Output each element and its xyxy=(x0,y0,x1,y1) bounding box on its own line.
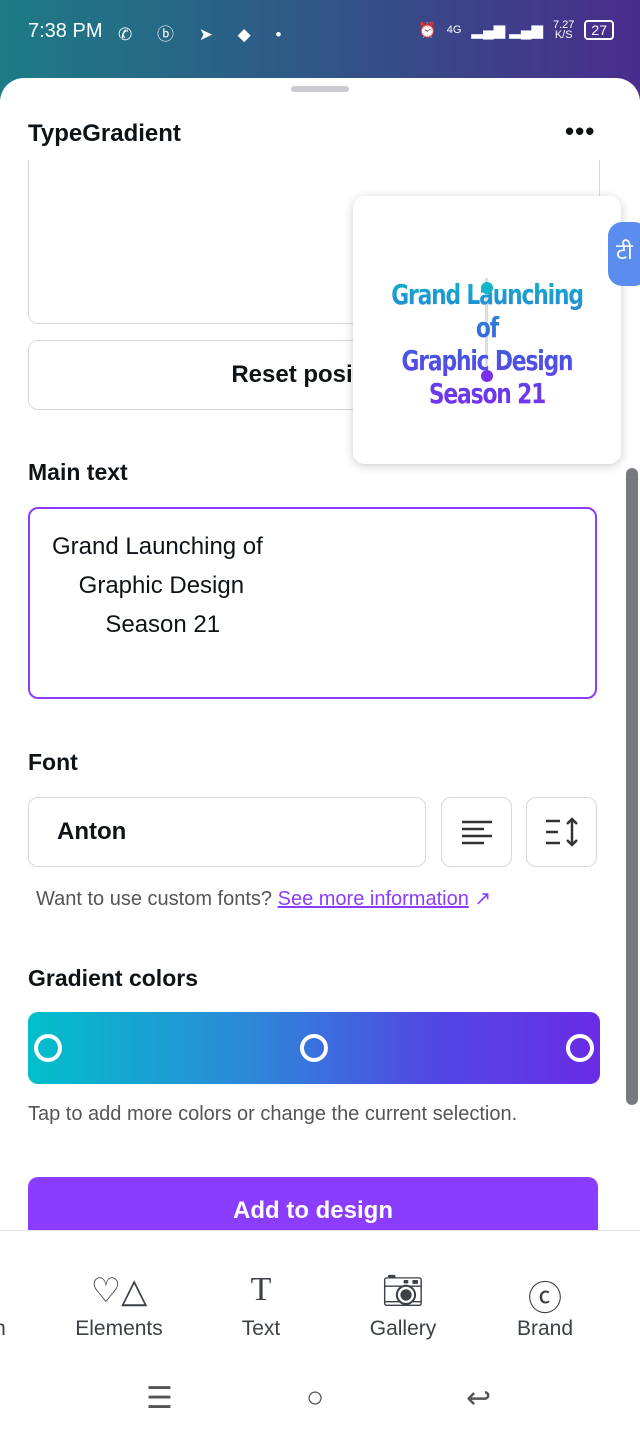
color-stop[interactable] xyxy=(34,1034,62,1062)
signal-icon: ▂▄▆ ▂▄▆ xyxy=(471,22,543,39)
top-handle[interactable] xyxy=(481,282,493,294)
drag-handle[interactable] xyxy=(291,86,349,92)
scrollbar[interactable] xyxy=(626,468,638,1105)
line-spacing-icon xyxy=(545,817,578,847)
nav-label: Gallery xyxy=(369,1317,437,1340)
gradient-help: Tap to add more colors or change the cur… xyxy=(28,1103,518,1125)
shapes-icon: ♡△ xyxy=(90,1272,148,1310)
app-title: TypeGradient xyxy=(28,120,181,147)
bottom-handle[interactable] xyxy=(481,370,493,382)
preview-text: Grand Launching of Graphic Design Season… xyxy=(382,278,591,410)
main-text-input[interactable]: Grand Launching of Graphic Design Season… xyxy=(28,507,597,699)
color-stop[interactable] xyxy=(566,1034,594,1062)
nav-label: n xyxy=(0,1317,6,1340)
gradient-bar[interactable] xyxy=(28,1012,600,1084)
align-left-icon xyxy=(461,820,492,845)
battery-icon: 27 xyxy=(584,20,614,40)
network-label: 4G xyxy=(446,24,462,36)
alarm-icon: ⏰ xyxy=(418,22,437,39)
text-icon: T xyxy=(250,1271,272,1308)
main-text-label: Main text xyxy=(28,459,128,485)
notification-icons: ✆ ⓑ ➤ ◆ • xyxy=(118,25,292,44)
brand-icon: ⓒ xyxy=(528,1280,562,1318)
speed-unit: K/S xyxy=(554,29,573,41)
nav-item-elements[interactable]: ♡△ Elements xyxy=(49,1271,189,1341)
color-stop[interactable] xyxy=(300,1034,328,1062)
help-text: Want to use custom fonts? xyxy=(36,888,273,910)
custom-fonts-help: Want to use custom fonts? See more infor… xyxy=(36,886,491,911)
status-right: ⏰ 4G ▂▄▆ ▂▄▆ 7.27 K/S 27 xyxy=(418,20,614,41)
gradient-colors-label: Gradient colors xyxy=(28,965,198,991)
nav-label: Brand xyxy=(516,1317,574,1340)
font-value: Anton xyxy=(57,818,127,845)
more-options-icon[interactable]: ••• xyxy=(565,116,595,147)
external-link-icon[interactable]: ↗ xyxy=(474,888,491,910)
nav-label: Elements xyxy=(75,1317,163,1340)
back-icon[interactable]: ↩ xyxy=(466,1381,491,1416)
camera-icon: 📷︎ xyxy=(381,1272,425,1310)
line-spacing-button[interactable] xyxy=(526,797,597,867)
nav-label: Text xyxy=(241,1317,281,1340)
translate-icon[interactable]: टी xyxy=(608,222,640,286)
font-select[interactable]: Anton xyxy=(28,797,426,867)
status-time: 7:38 PM xyxy=(28,20,103,42)
recents-icon[interactable]: ☰ xyxy=(146,1381,173,1416)
home-icon[interactable]: ○ xyxy=(306,1381,324,1415)
nav-item-gallery[interactable]: 📷︎ Gallery xyxy=(333,1271,473,1341)
nav-item-brand[interactable]: ⓒ Brand xyxy=(475,1271,615,1341)
nav-item-text[interactable]: T Text xyxy=(191,1271,331,1341)
see-more-information-link[interactable]: See more information xyxy=(278,888,469,910)
font-label: Font xyxy=(28,749,78,775)
text-align-button[interactable] xyxy=(441,797,512,867)
speed-label: 7.27 K/S xyxy=(553,20,574,41)
design-preview: Grand Launching of Graphic Design Season… xyxy=(353,196,621,464)
bottom-nav: n ♡△Elements TText 📷︎Gallery ⓒBrand ☰ ○ … xyxy=(0,1230,640,1433)
